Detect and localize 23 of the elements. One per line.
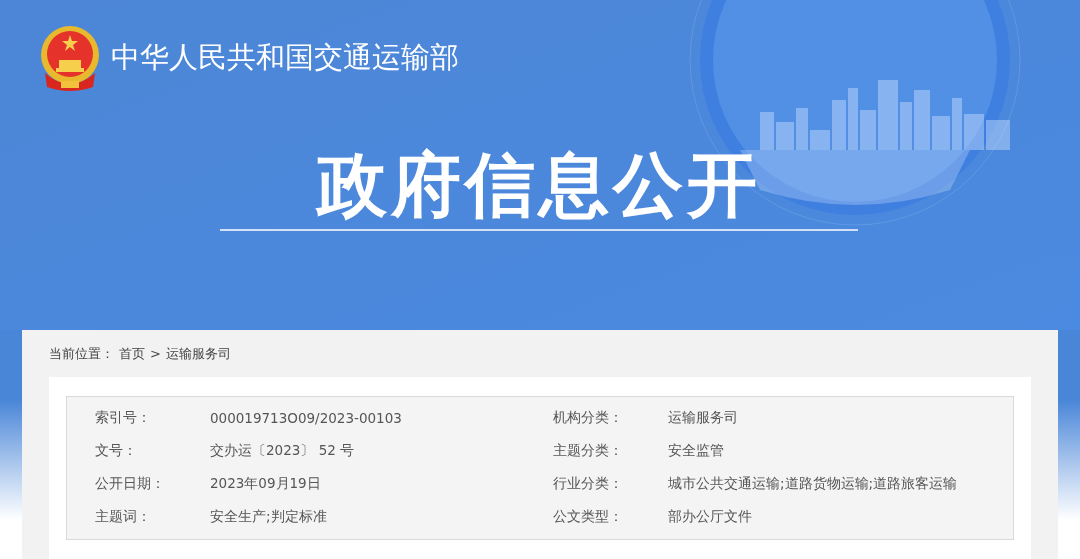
metadata-value: 安全生产;判定标准: [210, 507, 328, 526]
metadata-label: 主题词：: [95, 507, 152, 526]
metadata-value: 部办公厅文件: [668, 507, 753, 526]
breadcrumb-label: 当前位置：: [49, 344, 114, 363]
metadata-value: 运输服务司: [668, 408, 739, 427]
metadata-label: 公开日期：: [95, 474, 166, 493]
breadcrumb-separator: >: [150, 346, 161, 361]
metadata-label: 机构分类：: [553, 408, 624, 427]
metadata-label: 索引号：: [95, 408, 152, 427]
metadata-label: 主题分类：: [553, 441, 624, 460]
metadata-label: 行业分类：: [553, 474, 624, 493]
metadata-label: 文号：: [95, 441, 138, 460]
page-title: 政府信息公开: [316, 143, 761, 227]
metadata-value: 2023年09月19日: [210, 474, 322, 493]
metadata-value: 000019713O09/2023-00103: [210, 409, 403, 426]
breadcrumb-link[interactable]: 运输服务司: [165, 344, 231, 363]
metadata-value: 交办运〔2023〕 52 号: [210, 441, 356, 460]
ministry-name: 中华人民共和国交通运输部: [111, 39, 459, 76]
metadata-label: 公文类型：: [553, 507, 624, 526]
breadcrumb-link[interactable]: 首页: [119, 344, 145, 363]
metadata-value: 城市公共交通运输;道路货物运输;道路旅客运输: [668, 474, 959, 493]
emblem-icon: [39, 25, 101, 91]
metadata-value: 安全监管: [668, 441, 725, 460]
